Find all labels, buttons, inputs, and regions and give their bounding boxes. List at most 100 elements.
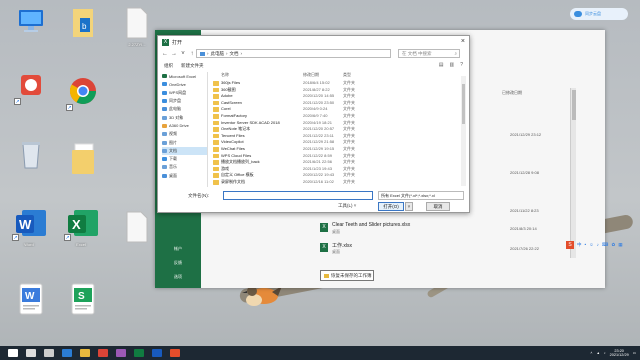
new-folder-button[interactable]: 新建文件夹 <box>181 63 204 69</box>
volume-icon[interactable]: ♪ <box>604 351 606 355</box>
desktop-icon-excel[interactable]: X ↗ Excel <box>56 206 106 247</box>
open-button[interactable]: 打开(O) <box>378 202 404 211</box>
desktop-icon-document[interactable]: b <box>58 6 108 42</box>
desktop-icon-app[interactable]: ↗ <box>6 70 56 106</box>
nav-item[interactable]: 桌面 <box>162 172 207 180</box>
desktop-icon-chrome[interactable]: ↗ <box>58 76 108 112</box>
breadcrumb-separator-icon: › <box>226 51 228 56</box>
desktop-icon-recycle-bin[interactable] <box>6 138 56 174</box>
cancel-button[interactable]: 取消 <box>426 202 450 211</box>
recent-file-row[interactable]: X Clear Teeth and Slider pictures.xlsx 桌… <box>320 222 590 240</box>
filename-input[interactable] <box>223 191 373 200</box>
mic-icon[interactable]: ♪ <box>597 242 599 247</box>
nav-item[interactable]: WPS网盘 <box>162 89 207 97</box>
taskview-icon[interactable] <box>44 349 54 357</box>
folder-name: Corel <box>221 106 231 112</box>
nav-item[interactable]: 3D 对象 <box>162 113 207 121</box>
excel-scrollbar[interactable] <box>570 88 576 258</box>
column-header-name[interactable]: 名称 <box>221 72 229 78</box>
notification-icon[interactable]: ▭ <box>633 351 636 355</box>
folder-type: 文件夹 <box>343 146 355 151</box>
file-list-scrollbar[interactable] <box>461 76 466 186</box>
ime-mode-label[interactable]: 中 <box>577 242 582 248</box>
emoji-icon[interactable]: ☺ <box>589 242 594 247</box>
rail-item-feedback[interactable]: 反馈 <box>155 260 201 266</box>
chrome-icon[interactable] <box>98 349 108 357</box>
folder-row[interactable]: 录屏制作文档 2020/12/16 11:02 文件夹 <box>211 179 371 186</box>
nav-item[interactable]: Microsoft Excel <box>162 72 207 80</box>
rail-item-options[interactable]: 选项 <box>155 274 201 280</box>
keyboard-icon[interactable]: ⌨ <box>602 242 609 248</box>
skin-icon[interactable]: ✿ <box>611 242 615 248</box>
excel-icon[interactable] <box>134 349 144 357</box>
folder-row[interactable]: 播放文档播放列_back 2021/6/21 22:56 文件夹 <box>211 159 371 166</box>
cloud-icon <box>574 11 582 17</box>
scrollbar-thumb[interactable] <box>462 84 465 124</box>
nav-item[interactable]: 此电脑 <box>162 105 207 113</box>
nav-item[interactable]: A360 Drive <box>162 122 207 130</box>
grid-icon[interactable]: ▦ <box>618 242 622 248</box>
open-options-dropdown[interactable]: ˅ <box>405 202 413 211</box>
chevron-up-icon[interactable]: ˄ <box>590 351 592 355</box>
nav-item[interactable]: OneDrive <box>162 80 207 88</box>
folder-row[interactable]: VideoCopilot 2021/12/29 21:58 文件夹 <box>211 139 371 146</box>
start-icon[interactable] <box>8 349 18 357</box>
folder-row[interactable]: Corel 2020/4/9 0:24 文件夹 <box>211 106 371 113</box>
desktop-icon-folder[interactable] <box>58 142 108 178</box>
nav-item[interactable]: 图片 <box>162 138 207 146</box>
nav-item[interactable]: 音乐 <box>162 163 207 171</box>
taskbar: ˄ ▲ ♪ 23:20 2021/12/29 ▭ <box>0 346 640 360</box>
back-arrow-icon[interactable]: ← <box>162 51 168 57</box>
folder-icon <box>213 120 219 126</box>
breadcrumb-this-pc[interactable]: 此电脑 <box>211 51 225 57</box>
search-icon[interactable] <box>26 349 36 357</box>
wps-icon[interactable] <box>170 349 180 357</box>
nav-item[interactable]: 下载 <box>162 155 207 163</box>
address-bar[interactable]: › 此电脑 › 文档 › <box>196 49 391 58</box>
chrome-icon: ↗ <box>66 76 98 111</box>
clock[interactable]: 23:20 2021/12/29 <box>610 349 629 357</box>
preview-pane-icon[interactable]: ▥ <box>449 62 454 68</box>
column-header-date[interactable]: 修改日期 <box>303 72 319 78</box>
explorer-icon[interactable] <box>80 349 90 357</box>
punctuation-icon[interactable]: • <box>585 242 587 247</box>
folder-row[interactable]: OneNote 笔记本 2021/12/20 20:57 文件夹 <box>211 126 371 133</box>
search-input[interactable]: ⌕ 在 文档 中搜索 <box>398 49 460 58</box>
cloud-sync-badge[interactable]: 同步云盘 <box>570 8 628 20</box>
word-icon[interactable] <box>152 349 162 357</box>
close-icon[interactable]: × <box>461 38 465 46</box>
scrollbar-thumb[interactable] <box>572 90 576 120</box>
tools-dropdown[interactable]: 工具(L) ˅ <box>338 203 356 209</box>
recover-unsaved-button[interactable]: 恢复未保存的工作簿 <box>320 270 374 281</box>
open-button-label: 打开(O) <box>383 204 399 209</box>
desktop-icon-wps-writer[interactable]: W <box>6 282 56 318</box>
folder-row[interactable]: 自定义 Office 模板 2020/12/22 19:43 文件夹 <box>211 172 371 179</box>
folder-row[interactable]: FormatFactory 2020/6/9 7:40 文件夹 <box>211 113 371 120</box>
desktop-icon-wps-spreadsheet[interactable]: S <box>58 282 108 318</box>
folder-row[interactable]: WeChat Files 2021/12/29 19:15 文件夹 <box>211 146 371 153</box>
help-icon[interactable]: ? <box>460 62 463 68</box>
organize-button[interactable]: 组织 <box>164 63 173 69</box>
chevron-down-icon[interactable]: ˅ <box>180 51 186 57</box>
forward-arrow-icon[interactable]: → <box>171 51 177 57</box>
nav-item[interactable]: 文档 <box>162 146 207 155</box>
nav-item[interactable]: 视频 <box>162 130 207 138</box>
column-header-type[interactable]: 类型 <box>343 72 351 78</box>
desktop-icon-word[interactable]: W ↗ Word <box>4 206 54 247</box>
up-arrow-icon[interactable]: ↑ <box>189 51 195 57</box>
folder-row[interactable]: Adobe 2020/12/20 14:55 文件夹 <box>211 93 371 100</box>
edge-icon[interactable] <box>62 349 72 357</box>
network-icon[interactable]: ▲ <box>596 351 599 355</box>
breadcrumb-documents[interactable]: 文档 <box>230 51 239 57</box>
recent-file-row[interactable]: X 工作.xlsx 桌面 2021/7/26 22:22 <box>320 242 590 260</box>
chevron-down-icon: ˅ <box>353 203 357 208</box>
rail-item-account[interactable]: 帐户 <box>155 246 201 252</box>
view-mode-icon[interactable]: ▤ <box>439 62 444 68</box>
nav-item[interactable]: 同步盘 <box>162 97 207 105</box>
folder-row[interactable]: 360js Files 2018/6/4 15:02 文件夹 <box>211 80 371 87</box>
filetype-select[interactable]: 所有 Excel 文件(*.xl*;*.xlsx;*.xl <box>378 191 464 200</box>
ime-toolbar[interactable]: S 中 • ☺ ♪ ⌨ ✿ ▦ <box>566 240 636 249</box>
app-icon[interactable] <box>116 349 126 357</box>
desktop-icon-computer[interactable] <box>6 6 56 42</box>
folder-type: 文件夹 <box>343 179 355 184</box>
